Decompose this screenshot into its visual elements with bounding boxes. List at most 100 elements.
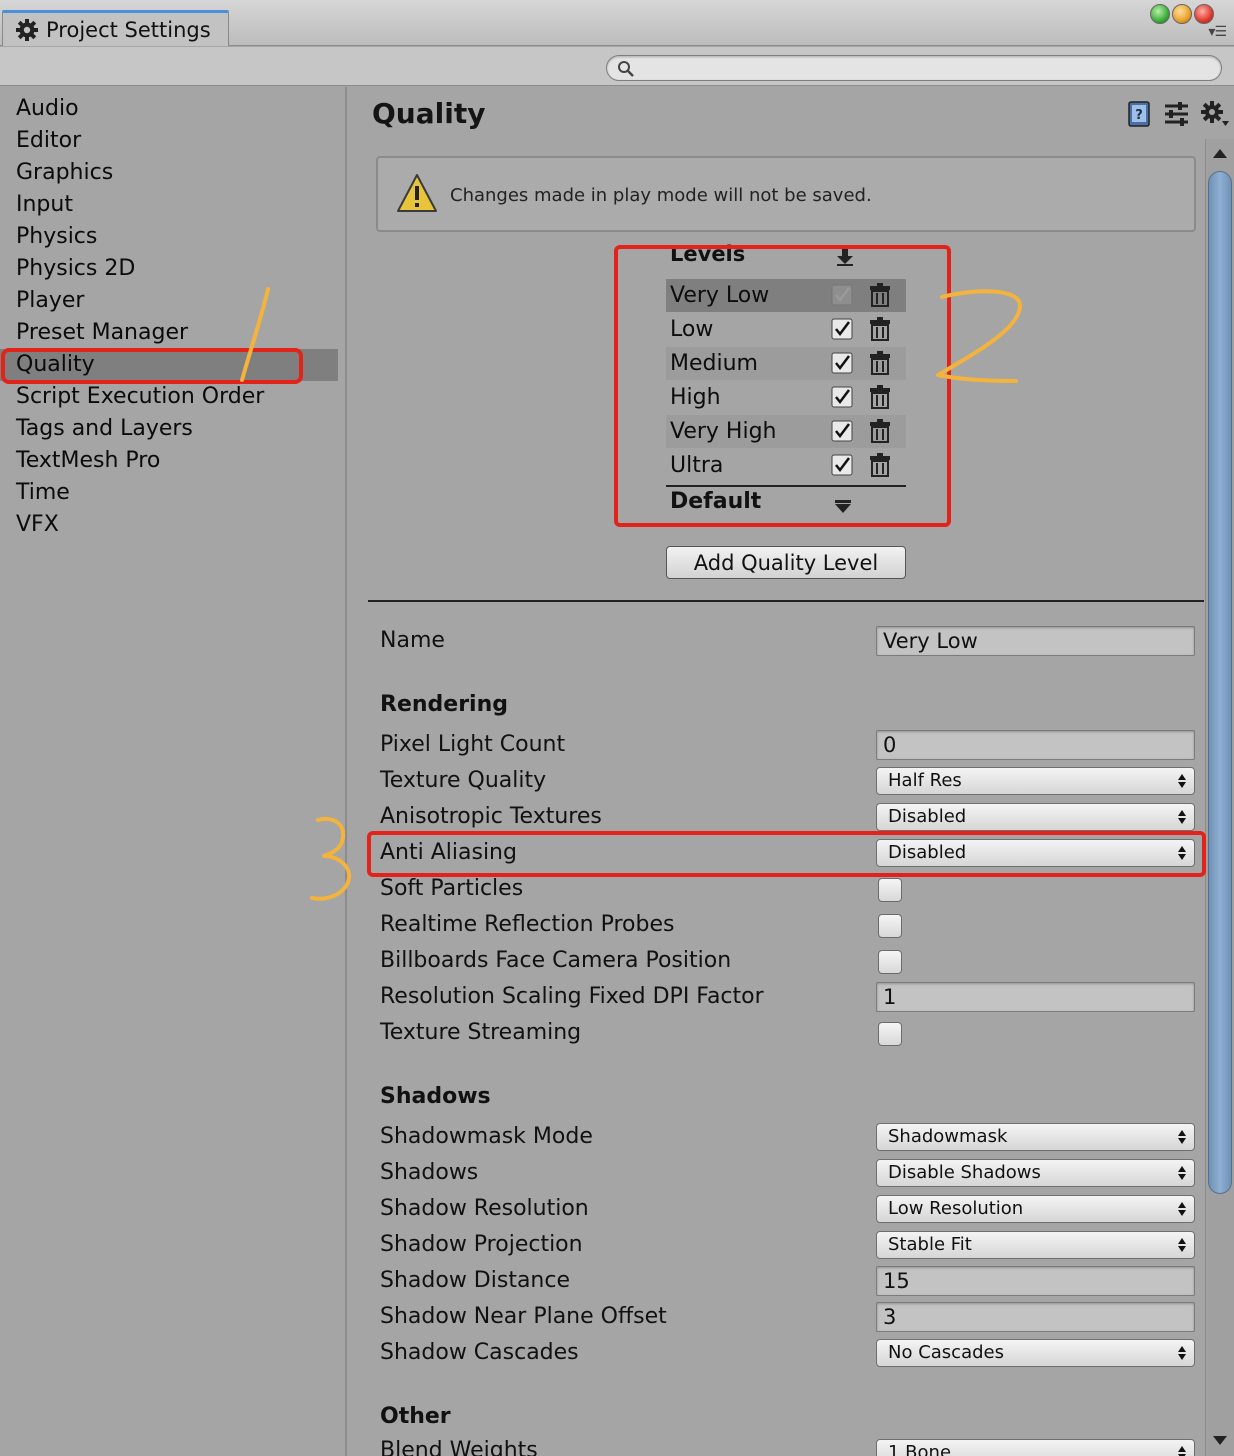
- play-mode-warning: Changes made in play mode will not be sa…: [376, 156, 1196, 232]
- updown-arrows-icon: [1178, 1446, 1186, 1456]
- shadow-resolution-dropdown[interactable]: Low Resolution: [876, 1195, 1195, 1223]
- sidebar-item-graphics[interactable]: Graphics: [0, 157, 338, 189]
- soft-particles-label: Soft Particles: [380, 876, 524, 901]
- default-dropdown-arrow-icon[interactable]: [834, 500, 852, 514]
- level-row-ultra[interactable]: Ultra: [666, 449, 906, 482]
- anisotropic-textures-dropdown[interactable]: Disabled: [876, 803, 1195, 831]
- trash-icon[interactable]: [868, 283, 892, 307]
- close-button[interactable]: [1194, 4, 1214, 24]
- scroll-down-arrow-icon[interactable]: [1212, 1435, 1228, 1447]
- shadows-dropdown[interactable]: Disable Shadows: [876, 1159, 1195, 1187]
- add-quality-level-button[interactable]: Add Quality Level: [666, 546, 906, 579]
- shadow-projection-label: Shadow Projection: [380, 1232, 583, 1257]
- sidebar-item-preset-manager[interactable]: Preset Manager: [0, 317, 338, 349]
- name-field[interactable]: Very Low: [876, 626, 1195, 656]
- level-include-checkbox[interactable]: [831, 420, 853, 442]
- realtime-reflection-probes-checkbox[interactable]: [878, 914, 902, 938]
- shadow-distance-field[interactable]: 15: [876, 1266, 1195, 1296]
- updown-arrows-icon: [1178, 1202, 1186, 1216]
- shadows-header: Shadows: [380, 1084, 491, 1109]
- billboards-face-camera-label: Billboards Face Camera Position: [380, 948, 732, 973]
- texture-streaming-checkbox[interactable]: [878, 1022, 902, 1046]
- level-row-low[interactable]: Low: [666, 313, 906, 346]
- pixel-light-count-label: Pixel Light Count: [380, 732, 566, 757]
- shadow-cascades-dropdown[interactable]: No Cascades: [876, 1339, 1195, 1367]
- blend-weights-label: Blend Weights: [380, 1438, 538, 1456]
- levels-divider: [666, 485, 906, 487]
- dropdown-value: Low Resolution: [888, 1198, 1024, 1219]
- shadow-distance-label: Shadow Distance: [380, 1268, 570, 1293]
- dropdown-value: Shadowmask: [888, 1126, 1008, 1147]
- tab-menu-icon[interactable]: ▾☰: [1208, 24, 1227, 40]
- pixel-light-count-field[interactable]: 0: [876, 730, 1195, 760]
- trash-icon[interactable]: [868, 317, 892, 341]
- warning-text: Changes made in play mode will not be sa…: [450, 185, 872, 206]
- sidebar-item-player[interactable]: Player: [0, 285, 338, 317]
- settings-sidebar: Audio Editor Graphics Input Physics Phys…: [0, 87, 347, 1456]
- shadowmask-mode-dropdown[interactable]: Shadowmask: [876, 1123, 1195, 1151]
- tab-title: Project Settings: [46, 17, 211, 42]
- sidebar-item-time[interactable]: Time: [0, 477, 338, 509]
- shadow-resolution-label: Shadow Resolution: [380, 1196, 589, 1221]
- sidebar-item-tags-and-layers[interactable]: Tags and Layers: [0, 413, 338, 445]
- shadow-near-plane-offset-field[interactable]: 3: [876, 1302, 1195, 1332]
- shadow-near-plane-offset-label: Shadow Near Plane Offset: [380, 1304, 667, 1329]
- rendering-header: Rendering: [380, 692, 508, 717]
- level-include-checkbox[interactable]: [831, 386, 853, 408]
- preset-sliders-icon[interactable]: [1162, 99, 1192, 129]
- help-book-icon[interactable]: ?: [1124, 99, 1154, 129]
- level-name: Very Low: [670, 283, 770, 308]
- sidebar-item-script-execution-order[interactable]: Script Execution Order: [0, 381, 338, 413]
- default-level-label: Default: [670, 489, 762, 514]
- dropdown-value: No Cascades: [888, 1342, 1004, 1363]
- page-title: Quality: [372, 97, 486, 130]
- level-include-checkbox[interactable]: [831, 284, 853, 306]
- level-name: Very High: [670, 419, 777, 444]
- window-controls: [1150, 4, 1214, 24]
- sidebar-item-physics[interactable]: Physics: [0, 221, 338, 253]
- sidebar-item-vfx[interactable]: VFX: [0, 509, 338, 541]
- soft-particles-checkbox[interactable]: [878, 878, 902, 902]
- levels-header: Levels: [670, 242, 746, 266]
- sidebar-item-audio[interactable]: Audio: [0, 93, 338, 125]
- level-include-checkbox[interactable]: [831, 454, 853, 476]
- scroll-up-arrow-icon[interactable]: [1212, 147, 1228, 159]
- vertical-scrollbar[interactable]: [1205, 139, 1234, 1456]
- sidebar-item-textmesh-pro[interactable]: TextMesh Pro: [0, 445, 338, 477]
- project-settings-tab[interactable]: Project Settings: [2, 10, 229, 46]
- trash-icon[interactable]: [868, 351, 892, 375]
- sidebar-item-physics-2d[interactable]: Physics 2D: [0, 253, 338, 285]
- shadowmask-mode-label: Shadowmask Mode: [380, 1124, 593, 1149]
- level-include-checkbox[interactable]: [831, 352, 853, 374]
- texture-quality-dropdown[interactable]: Half Res: [876, 767, 1195, 795]
- search-input[interactable]: [606, 55, 1222, 81]
- minimize-button[interactable]: [1172, 4, 1192, 24]
- other-header: Other: [380, 1404, 451, 1429]
- dropdown-value: Disable Shadows: [888, 1162, 1041, 1183]
- blend-weights-dropdown[interactable]: 1 Bone: [876, 1439, 1195, 1456]
- trash-icon[interactable]: [868, 419, 892, 443]
- maximize-button[interactable]: [1150, 4, 1170, 24]
- resolution-scaling-dpi-field[interactable]: 1: [876, 982, 1195, 1012]
- trash-icon[interactable]: [868, 453, 892, 477]
- scrollbar-thumb[interactable]: [1208, 171, 1232, 1194]
- resolution-scaling-dpi-label: Resolution Scaling Fixed DPI Factor: [380, 984, 764, 1009]
- sidebar-item-editor[interactable]: Editor: [0, 125, 338, 157]
- updown-arrows-icon: [1178, 810, 1186, 824]
- shadow-projection-dropdown[interactable]: Stable Fit: [876, 1231, 1195, 1259]
- gear-menu-icon[interactable]: [1200, 99, 1230, 129]
- levels-down-arrow-icon: [837, 249, 853, 266]
- anti-aliasing-dropdown[interactable]: Disabled: [876, 839, 1195, 867]
- level-row-medium[interactable]: Medium: [666, 347, 906, 380]
- sidebar-item-input[interactable]: Input: [0, 189, 338, 221]
- level-row-very-high[interactable]: Very High: [666, 415, 906, 448]
- level-row-high[interactable]: High: [666, 381, 906, 414]
- billboards-face-camera-checkbox[interactable]: [878, 950, 902, 974]
- trash-icon[interactable]: [868, 385, 892, 409]
- level-include-checkbox[interactable]: [831, 318, 853, 340]
- level-name: Low: [670, 317, 714, 342]
- level-name: High: [670, 385, 721, 410]
- level-row-very-low[interactable]: Very Low: [666, 279, 906, 312]
- search-icon: [618, 61, 634, 77]
- sidebar-item-quality[interactable]: Quality: [0, 349, 338, 381]
